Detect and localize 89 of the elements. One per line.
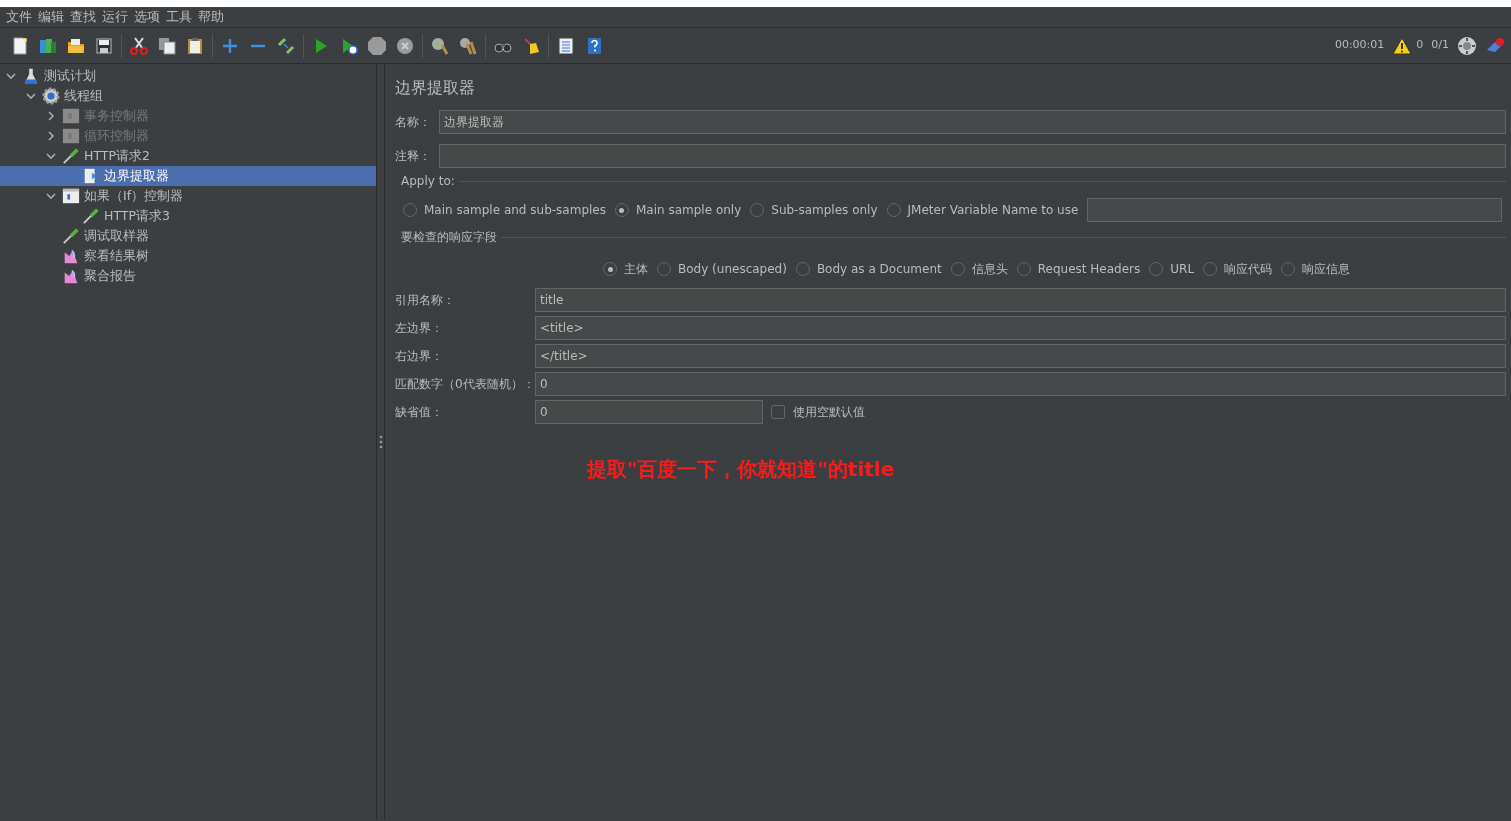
tree-item[interactable]: 调试取样器 xyxy=(0,226,376,246)
radio-button[interactable] xyxy=(1149,262,1164,276)
tree-item[interactable]: 测试计划 xyxy=(0,66,376,86)
elapsed-time: 00:00:01 xyxy=(1334,37,1385,54)
radio-option[interactable]: Body as a Document xyxy=(795,260,942,278)
radio-option[interactable]: Request Headers xyxy=(1016,260,1141,278)
shutdown-icon[interactable] xyxy=(395,35,415,56)
radio-label: 主体 xyxy=(624,261,648,278)
field-label: 右边界： xyxy=(395,348,444,365)
radio-button[interactable] xyxy=(886,203,901,217)
stop-icon[interactable] xyxy=(367,35,387,56)
radio-label: URL xyxy=(1170,261,1195,278)
menu-item[interactable]: 选项 xyxy=(131,7,163,27)
group-legend: 要检查的响应字段 xyxy=(401,228,497,246)
menu-item[interactable]: 工具 xyxy=(163,7,195,27)
cut-icon[interactable] xyxy=(129,35,149,56)
tree-item[interactable]: 边界提取器 xyxy=(0,166,376,186)
radio-option[interactable]: Main sample only xyxy=(615,201,742,219)
new-file-icon[interactable] xyxy=(10,35,30,56)
radio-option[interactable]: Main sample and sub-samples xyxy=(403,201,606,219)
annotation-text: 提取"百度一下，你就知道"的title xyxy=(587,456,896,483)
radio-button[interactable] xyxy=(750,203,765,217)
radio-option[interactable]: 信息头 xyxy=(950,260,1008,278)
tree-item[interactable]: 聚合报告 xyxy=(0,266,376,286)
radio-label: Main sample only xyxy=(636,202,742,219)
checkbox[interactable] xyxy=(771,405,785,419)
radio-button[interactable] xyxy=(403,203,417,217)
menu-item[interactable]: 编辑 xyxy=(35,7,67,27)
log-viewer-icon[interactable] xyxy=(556,35,576,56)
panel-title: 边界提取器 xyxy=(395,77,476,99)
group-legend: Apply to: xyxy=(401,172,455,190)
text-field[interactable] xyxy=(439,144,1506,168)
tree-item[interactable]: 线程组 xyxy=(0,86,376,106)
tree-item[interactable]: 如果（If）控制器 xyxy=(0,186,376,206)
radio-option[interactable]: 响应代码 xyxy=(1203,260,1273,278)
radio-label: Sub-samples only xyxy=(771,202,878,219)
tree-item[interactable]: HTTP请求2 xyxy=(0,146,376,166)
field-label: 缺省值： xyxy=(395,404,444,421)
radio-option[interactable]: Sub-samples only xyxy=(750,201,878,219)
field-label: 匹配数字（0代表随机）： xyxy=(395,376,535,393)
radio-option[interactable]: 主体 xyxy=(603,260,648,278)
text-field[interactable]: <title> xyxy=(535,316,1506,340)
radio-label: 响应信息 xyxy=(1302,261,1351,278)
field-label: 左边界： xyxy=(395,320,444,337)
radio-label: Main sample and sub-samples xyxy=(424,202,606,219)
plan-icon xyxy=(22,67,40,85)
radio-button[interactable] xyxy=(950,262,965,276)
broom-icon[interactable] xyxy=(521,35,541,56)
warning-count: 0 xyxy=(1416,37,1424,54)
text-field[interactable]: title xyxy=(535,288,1506,312)
radio-option[interactable]: Body (unescaped) xyxy=(657,260,787,278)
menu-item[interactable]: 文件 xyxy=(3,7,35,27)
radio-label: JMeter Variable Name to use xyxy=(907,202,1079,219)
tree-item[interactable]: HTTP请求3 xyxy=(0,206,376,226)
splitter-handle-icon[interactable] xyxy=(378,435,383,449)
tree-item[interactable]: 察看结果树 xyxy=(0,246,376,266)
menu-item[interactable]: 帮助 xyxy=(195,7,227,27)
text-field[interactable]: 0 xyxy=(535,372,1506,396)
field-label: 名称： xyxy=(395,114,431,131)
text-field[interactable] xyxy=(1087,198,1502,222)
text-field[interactable]: </title> xyxy=(535,344,1506,368)
radio-option[interactable]: JMeter Variable Name to use xyxy=(886,201,1079,219)
field-label: 注释： xyxy=(395,148,431,165)
radio-button[interactable] xyxy=(1203,262,1218,276)
radio-button[interactable] xyxy=(1016,262,1031,276)
thread-count: 0/1 xyxy=(1431,37,1449,54)
menu-item[interactable]: 查找 xyxy=(67,7,99,27)
field-label: 引用名称： xyxy=(395,292,456,309)
radio-button[interactable] xyxy=(603,262,617,276)
save-icon[interactable] xyxy=(94,35,114,56)
menu-item[interactable]: 运行 xyxy=(99,7,131,27)
radio-label: Body as a Document xyxy=(816,261,942,278)
text-field[interactable]: 边界提取器 xyxy=(439,110,1506,134)
radio-label: Body (unescaped) xyxy=(678,261,787,278)
checkbox-label: 使用空默认值 xyxy=(793,404,865,421)
radio-button[interactable] xyxy=(657,262,671,276)
copy-icon[interactable] xyxy=(157,35,177,56)
warning-icon xyxy=(1392,35,1413,56)
radio-option[interactable]: URL xyxy=(1149,260,1195,278)
radio-button[interactable] xyxy=(1281,262,1296,276)
checkbox-option[interactable]: 使用空默认值 xyxy=(771,403,865,421)
radio-label: 响应代码 xyxy=(1224,261,1273,278)
radio-option[interactable]: 响应信息 xyxy=(1281,260,1351,278)
radio-button[interactable] xyxy=(795,262,810,276)
paste-icon[interactable] xyxy=(185,35,205,56)
radio-button[interactable] xyxy=(615,203,629,217)
radio-label: 信息头 xyxy=(971,261,1008,278)
text-field[interactable]: 0 xyxy=(535,400,763,424)
radio-label: Request Headers xyxy=(1037,261,1141,278)
